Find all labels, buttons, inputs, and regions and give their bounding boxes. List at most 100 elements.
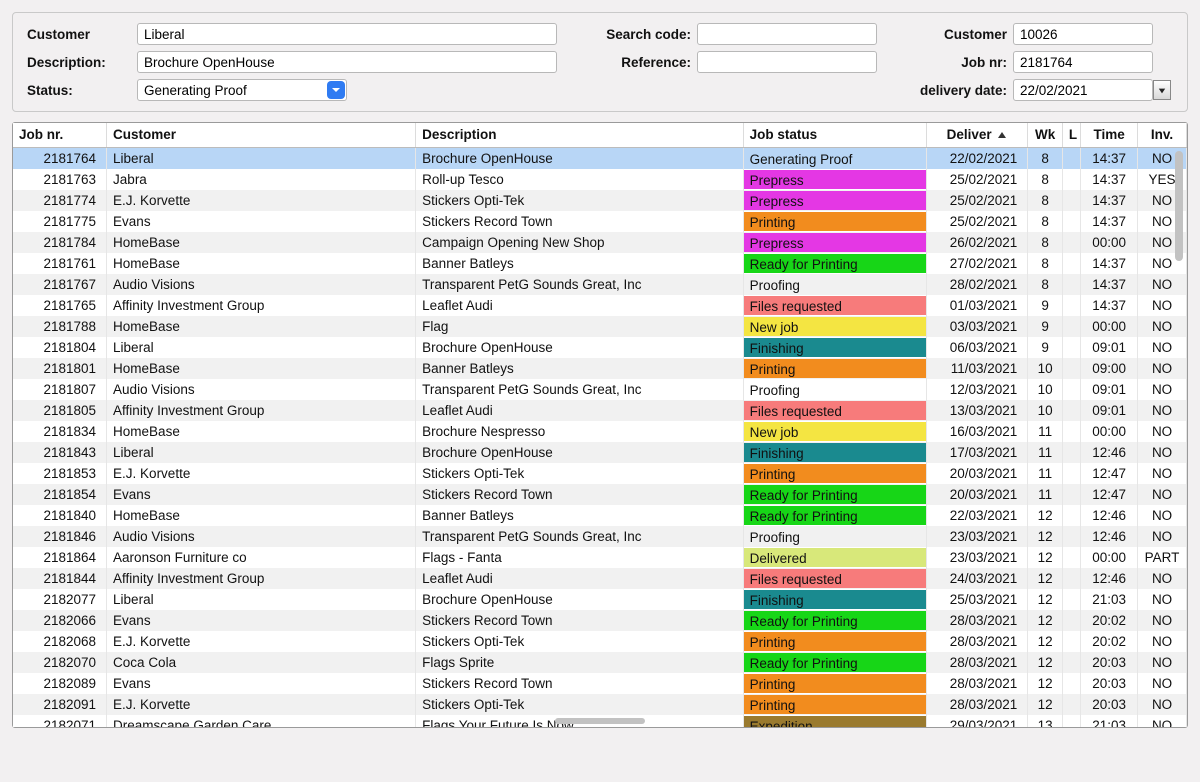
table-row[interactable]: 2181788HomeBaseFlagNew job03/03/2021900:…	[13, 316, 1187, 337]
search-code-input[interactable]	[697, 23, 877, 45]
cell-l	[1062, 421, 1080, 442]
cell-job-nr: 2181764	[13, 147, 107, 169]
table-row[interactable]: 2181767Audio VisionsTransparent PetG Sou…	[13, 274, 1187, 295]
col-wk[interactable]: Wk	[1028, 123, 1063, 147]
table-row[interactable]: 2181864Aaronson Furniture coFlags - Fant…	[13, 547, 1187, 568]
table-row[interactable]: 2181854EvansStickers Record TownReady fo…	[13, 484, 1187, 505]
cell-job-nr: 2182068	[13, 631, 107, 652]
cell-l	[1062, 631, 1080, 652]
table-row[interactable]: 2182089EvansStickers Record TownPrinting…	[13, 673, 1187, 694]
cell-time: 20:03	[1081, 673, 1138, 694]
cell-deliver: 25/02/2021	[926, 211, 1028, 232]
table-row[interactable]: 2181774E.J. KorvetteStickers Opti-TekPre…	[13, 190, 1187, 211]
cell-job-nr: 2181804	[13, 337, 107, 358]
col-description[interactable]: Description	[416, 123, 743, 147]
vertical-scroll-thumb[interactable]	[1175, 151, 1183, 261]
cell-status: Ready for Printing	[743, 652, 926, 673]
cell-time: 14:37	[1081, 253, 1138, 274]
cell-wk: 11	[1028, 484, 1063, 505]
cell-wk: 8	[1028, 253, 1063, 274]
table-row[interactable]: 2181834HomeBaseBrochure NespressoNew job…	[13, 421, 1187, 442]
vertical-scrollbar[interactable]	[1175, 151, 1185, 715]
table-row[interactable]: 2181843LiberalBrochure OpenHouseFinishin…	[13, 442, 1187, 463]
table-row[interactable]: 2181844Affinity Investment GroupLeaflet …	[13, 568, 1187, 589]
cell-job-nr: 2181853	[13, 463, 107, 484]
cell-deliver: 28/03/2021	[926, 673, 1028, 694]
cell-description: Leaflet Audi	[416, 400, 743, 421]
table-row[interactable]: 2181761HomeBaseBanner BatleysReady for P…	[13, 253, 1187, 274]
cell-description: Flags Sprite	[416, 652, 743, 673]
cell-deliver: 23/03/2021	[926, 526, 1028, 547]
status-badge: Delivered	[744, 548, 926, 567]
col-time[interactable]: Time	[1081, 123, 1138, 147]
status-badge: Printing	[744, 695, 926, 714]
col-job-nr[interactable]: Job nr.	[13, 123, 107, 147]
cell-job-nr: 2181805	[13, 400, 107, 421]
table-row[interactable]: 2181801HomeBaseBanner BatleysPrinting11/…	[13, 358, 1187, 379]
cell-description: Brochure OpenHouse	[416, 337, 743, 358]
cell-deliver: 25/02/2021	[926, 169, 1028, 190]
table-row[interactable]: 2181846Audio VisionsTransparent PetG Sou…	[13, 526, 1187, 547]
col-deliver[interactable]: Deliver	[926, 123, 1028, 147]
cell-job-nr: 2181846	[13, 526, 107, 547]
cell-time: 12:46	[1081, 526, 1138, 547]
customer-input[interactable]	[137, 23, 557, 45]
job-nr-input[interactable]	[1013, 51, 1153, 73]
reference-input[interactable]	[697, 51, 877, 73]
table-row[interactable]: 2182077LiberalBrochure OpenHouseFinishin…	[13, 589, 1187, 610]
table-row[interactable]: 2181765Affinity Investment GroupLeaflet …	[13, 295, 1187, 316]
col-job-status[interactable]: Job status	[743, 123, 926, 147]
cell-deliver: 06/03/2021	[926, 337, 1028, 358]
cell-status: Proofing	[743, 526, 926, 547]
table-row[interactable]: 2181804LiberalBrochure OpenHouseFinishin…	[13, 337, 1187, 358]
cell-description: Campaign Opening New Shop	[416, 232, 743, 253]
status-badge: Printing	[744, 212, 926, 231]
cell-deliver: 12/03/2021	[926, 379, 1028, 400]
cell-wk: 9	[1028, 295, 1063, 316]
table-row[interactable]: 2181775EvansStickers Record TownPrinting…	[13, 211, 1187, 232]
delivery-date-input[interactable]	[1013, 79, 1153, 101]
horizontal-scroll-thumb[interactable]	[555, 718, 645, 724]
cell-wk: 8	[1028, 169, 1063, 190]
col-inv[interactable]: Inv.	[1138, 123, 1187, 147]
description-input[interactable]	[137, 51, 557, 73]
customer-id-input[interactable]	[1013, 23, 1153, 45]
delivery-date-picker-button[interactable]	[1153, 80, 1171, 100]
cell-l	[1062, 316, 1080, 337]
col-l[interactable]: L	[1062, 123, 1080, 147]
cell-status: Printing	[743, 463, 926, 484]
horizontal-scrollbar[interactable]	[13, 718, 1187, 726]
table-row[interactable]: 2181805Affinity Investment GroupLeaflet …	[13, 400, 1187, 421]
table-row[interactable]: 2182070Coca ColaFlags SpriteReady for Pr…	[13, 652, 1187, 673]
table-row[interactable]: 2181763JabraRoll-up TescoPrepress25/02/2…	[13, 169, 1187, 190]
cell-wk: 12	[1028, 652, 1063, 673]
cell-job-nr: 2181767	[13, 274, 107, 295]
cell-status: Finishing	[743, 589, 926, 610]
reference-label: Reference:	[557, 55, 697, 70]
delivery-date-label: delivery date:	[877, 83, 1013, 98]
table-row[interactable]: 2182091E.J. KorvetteStickers Opti-TekPri…	[13, 694, 1187, 715]
col-customer[interactable]: Customer	[107, 123, 416, 147]
table-row[interactable]: 2181764LiberalBrochure OpenHouseGenerati…	[13, 147, 1187, 169]
table-header-row: Job nr. Customer Description Job status …	[13, 123, 1187, 147]
table-row[interactable]: 2181840HomeBaseBanner BatleysReady for P…	[13, 505, 1187, 526]
cell-status: Ready for Printing	[743, 610, 926, 631]
cell-description: Banner Batleys	[416, 253, 743, 274]
cell-status: Ready for Printing	[743, 484, 926, 505]
cell-description: Flag	[416, 316, 743, 337]
cell-time: 09:00	[1081, 358, 1138, 379]
table-row[interactable]: 2181807Audio VisionsTransparent PetG Sou…	[13, 379, 1187, 400]
cell-customer: HomeBase	[107, 316, 416, 337]
status-dropdown-button[interactable]	[327, 81, 345, 99]
cell-deliver: 28/03/2021	[926, 652, 1028, 673]
cell-status: Files requested	[743, 400, 926, 421]
table-row[interactable]: 2182068E.J. KorvetteStickers Opti-TekPri…	[13, 631, 1187, 652]
cell-status: Proofing	[743, 379, 926, 400]
cell-job-nr: 2181775	[13, 211, 107, 232]
status-select[interactable]	[137, 79, 347, 101]
cell-wk: 8	[1028, 190, 1063, 211]
table-row[interactable]: 2181853E.J. KorvetteStickers Opti-TekPri…	[13, 463, 1187, 484]
status-badge: Ready for Printing	[744, 611, 926, 630]
table-row[interactable]: 2181784HomeBaseCampaign Opening New Shop…	[13, 232, 1187, 253]
table-row[interactable]: 2182066EvansStickers Record TownReady fo…	[13, 610, 1187, 631]
